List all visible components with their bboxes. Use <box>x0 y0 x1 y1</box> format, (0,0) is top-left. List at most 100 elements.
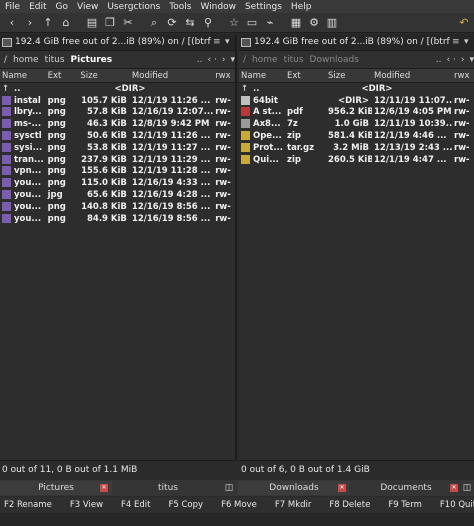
right-history-button[interactable]: ≡ <box>452 37 462 47</box>
new-tab-icon[interactable]: ◫ <box>462 481 472 495</box>
file-row[interactable]: tran... png 237.9 KiB 12/1/19 11:29 ... rw- <box>0 154 235 166</box>
copy-icon[interactable]: ❐ <box>102 15 118 31</box>
file-row[interactable]: lbry... png 57.8 KiB 12/16/19 12:07... rw- <box>0 107 235 119</box>
path-home[interactable]: home <box>252 55 278 65</box>
path-home[interactable]: home <box>13 55 39 65</box>
f3-view-button[interactable]: F3 View <box>70 500 103 510</box>
path-titus[interactable]: titus <box>45 55 65 65</box>
left-parent-dir-button[interactable]: .. <box>197 55 203 65</box>
undo-icon[interactable]: ↶ <box>456 15 472 31</box>
forward-icon[interactable]: › <box>22 15 38 31</box>
file-row[interactable]: you... jpg 65.6 KiB 12/16/19 4:28 ... rw- <box>0 189 235 201</box>
compare-icon[interactable]: ⇆ <box>182 15 198 31</box>
menu-useractions[interactable]: Usergctions <box>107 2 160 12</box>
parent-dir-row[interactable]: ↑.. <DIR> <box>0 83 235 95</box>
right-bookmark-button[interactable]: ▾ <box>464 37 474 47</box>
col-modified[interactable]: Modified <box>130 71 213 81</box>
new-file-icon[interactable]: ▤ <box>84 15 100 31</box>
file-row[interactable]: you... png 115.0 KiB 12/16/19 4:33 ... rw- <box>0 177 235 189</box>
file-row[interactable]: Qui... zip 260.5 KiB 12/1/19 4:47 ... rw- <box>239 154 474 166</box>
settings-icon[interactable]: ⚙ <box>306 15 322 31</box>
file-row[interactable]: A st... pdf 956.2 KiB 12/6/19 4:05 PM rw- <box>239 107 474 119</box>
path-root[interactable]: / <box>4 55 7 65</box>
col-modified[interactable]: Modified <box>372 71 452 81</box>
left-history-back-icon[interactable]: ‹ · <box>208 55 217 65</box>
close-icon[interactable]: ✕ <box>338 484 346 492</box>
f8-delete-button[interactable]: F8 Delete <box>329 500 370 510</box>
menu-tools[interactable]: Tools <box>169 2 191 12</box>
filter-icon[interactable]: ⚲ <box>200 15 216 31</box>
file-name: vpn... <box>14 166 42 177</box>
file-row[interactable]: you... png 84.9 KiB 12/16/19 8:56 ... rw- <box>0 213 235 225</box>
menu-settings[interactable]: Settings <box>245 2 282 12</box>
col-rwx[interactable]: rwx <box>452 71 474 81</box>
file-row[interactable]: sysi... png 53.8 KiB 12/1/19 11:27 ... rw- <box>0 142 235 154</box>
right-more-icon[interactable]: ▾ <box>469 55 474 65</box>
terminal-icon[interactable]: ▭ <box>244 15 260 31</box>
col-rwx[interactable]: rwx <box>213 71 235 81</box>
file-row[interactable]: ms-... png 46.3 KiB 12/8/19 9:42 PM rw- <box>0 118 235 130</box>
menu-edit[interactable]: Edit <box>29 2 46 12</box>
f4-edit-button[interactable]: F4 Edit <box>121 500 150 510</box>
tab-downloads[interactable]: Downloads ✕ <box>238 481 350 495</box>
file-row[interactable]: Prot... tar.gz 3.2 MiB 12/13/19 2:43 ... rw- <box>239 142 474 154</box>
file-row[interactable]: you... png 140.8 KiB 12/16/19 8:56 ... rw- <box>0 201 235 213</box>
cut-icon[interactable]: ✂ <box>120 15 136 31</box>
menu-go[interactable]: Go <box>56 2 68 12</box>
right-parent-dir-button[interactable]: .. <box>436 55 442 65</box>
right-history-forward-icon[interactable]: › <box>461 55 465 65</box>
tab-pictures[interactable]: Pictures ✕ <box>0 481 112 495</box>
file-permissions: rw- <box>454 119 470 130</box>
tab-documents[interactable]: Documents ✕ <box>350 481 462 495</box>
image-icon <box>2 142 11 152</box>
col-size[interactable]: Size <box>78 71 130 81</box>
col-size[interactable]: Size <box>326 71 372 81</box>
file-row[interactable]: vpn... png 155.6 KiB 12/1/19 11:28 ... rw- <box>0 166 235 178</box>
home-icon[interactable]: ⌂ <box>58 15 74 31</box>
file-name: ms-... <box>14 119 42 130</box>
calculator-icon[interactable]: ▦ <box>288 15 304 31</box>
f6-move-button[interactable]: F6 Move <box>221 500 257 510</box>
close-icon[interactable]: ✕ <box>100 484 108 492</box>
right-history-back-icon[interactable]: ‹ · <box>447 55 456 65</box>
sync-icon[interactable]: ⟳ <box>164 15 180 31</box>
path-root[interactable]: / <box>243 55 246 65</box>
file-row[interactable]: Ax8... 7z 1.0 GiB 12/11/19 10:39... rw- <box>239 118 474 130</box>
f10-quit-button[interactable]: F10 Quit <box>440 500 474 510</box>
panel-icon[interactable]: ▥ <box>324 15 340 31</box>
left-history-button[interactable]: ≡ <box>213 37 223 47</box>
left-bookmark-button[interactable]: ▾ <box>225 37 235 47</box>
col-ext[interactable]: Ext <box>285 71 326 81</box>
path-downloads[interactable]: Downloads <box>310 55 359 65</box>
f7-mkdir-button[interactable]: F7 Mkdir <box>275 500 312 510</box>
col-name[interactable]: Name <box>239 71 285 81</box>
file-row[interactable]: Ope... zip 581.4 KiB 12/1/19 4:46 ... rw- <box>239 130 474 142</box>
bottom-strip <box>0 513 474 526</box>
file-row[interactable]: sysctl png 50.6 KiB 12/1/19 11:26 ... rw- <box>0 130 235 142</box>
f2-rename-button[interactable]: F2 Rename <box>4 500 52 510</box>
path-titus[interactable]: titus <box>284 55 304 65</box>
bookmark-icon[interactable]: ☆ <box>226 15 242 31</box>
up-icon[interactable]: ↑ <box>40 15 56 31</box>
menu-help[interactable]: Help <box>291 2 312 12</box>
f5-copy-button[interactable]: F5 Copy <box>169 500 204 510</box>
left-history-forward-icon[interactable]: › <box>222 55 226 65</box>
menu-file[interactable]: File <box>5 2 20 12</box>
network-icon[interactable]: ⌁ <box>262 15 278 31</box>
f9-term-button[interactable]: F9 Term <box>388 500 422 510</box>
path-pictures[interactable]: Pictures <box>71 55 113 65</box>
parent-dir-row[interactable]: ↑.. <DIR> <box>239 83 474 95</box>
close-icon[interactable]: ✕ <box>450 484 458 492</box>
new-tab-icon[interactable]: ◫ <box>224 481 234 495</box>
file-row[interactable]: 64bit <DIR> 12/11/19 11:07... rw- <box>239 95 474 107</box>
menu-view[interactable]: View <box>77 2 98 12</box>
left-more-icon[interactable]: ▾ <box>230 55 235 65</box>
col-name[interactable]: Name <box>0 71 46 81</box>
image-icon <box>2 131 11 141</box>
tab-titus[interactable]: titus <box>112 481 224 495</box>
file-row[interactable]: instal png 105.7 KiB 12/1/19 11:26 ... rw- <box>0 95 235 107</box>
back-icon[interactable]: ‹ <box>4 15 20 31</box>
col-ext[interactable]: Ext <box>46 71 79 81</box>
menu-window[interactable]: Window <box>200 2 236 12</box>
search-icon[interactable]: ⌕ <box>146 15 162 31</box>
